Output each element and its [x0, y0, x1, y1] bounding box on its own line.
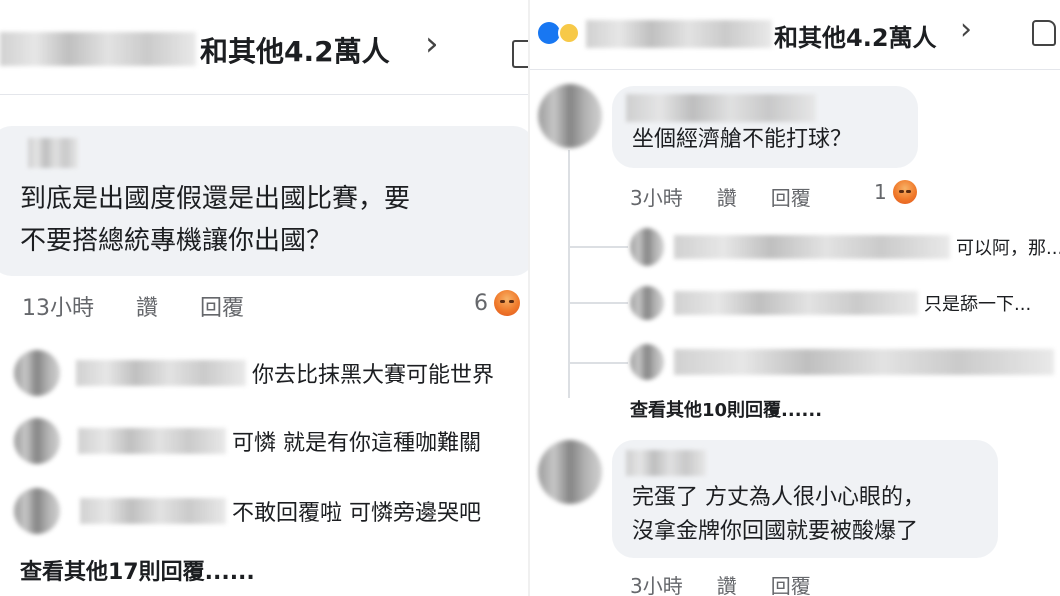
- reactions-header[interactable]: 和其他4.2萬人 ›: [530, 0, 1060, 70]
- like-button[interactable]: 讚: [717, 182, 737, 211]
- reply-button[interactable]: 回覆: [200, 290, 244, 322]
- blurred-reply-name: [674, 235, 950, 259]
- comment-time: 13小時: [22, 296, 94, 321]
- reply-row[interactable]: 不敢回覆啦 可憐旁邊哭吧: [14, 488, 481, 534]
- comment-text-line-1: 到底是出國度假還是出國比賽，要: [20, 184, 411, 214]
- commenter-avatar[interactable]: [538, 84, 602, 148]
- comment-bubble: 坐個經濟艙不能打球？: [612, 86, 918, 168]
- angry-reaction-icon: [494, 290, 520, 316]
- thumbs-up-icon[interactable]: [512, 40, 528, 68]
- left-screenshot-panel: 和其他4.2萬人 › 到底是出國度假還是出國比賽，要 不要搭總統專機讓你出國？ …: [0, 0, 528, 596]
- comment-text: 坐個經濟艙不能打球？: [632, 127, 853, 152]
- reaction-count-number: 1: [874, 180, 887, 204]
- angry-reaction-icon: [892, 180, 917, 204]
- reply-row[interactable]: 只是舔一下...: [630, 286, 1031, 320]
- thread-branch: [568, 362, 628, 364]
- reply-text: 你去比抹黑大賽可能世界: [252, 363, 495, 388]
- comment-meta: 13小時 讚 回覆: [22, 290, 286, 322]
- reply-text: 只是舔一下...: [924, 294, 1032, 315]
- reply-row[interactable]: 可憐 就是有你這種咖難關: [14, 418, 481, 464]
- comment-text-line-2: 沒拿金牌你回國就要被酸爆了: [632, 519, 919, 544]
- reaction-count-number: 6: [474, 290, 488, 316]
- reply-text: 可憐 就是有你這種咖難關: [232, 431, 481, 456]
- blurred-reply-name: [76, 360, 246, 386]
- reply-avatar[interactable]: [14, 488, 60, 534]
- comment-text-line-1: 完蛋了 方丈為人很小心眼的，: [632, 485, 925, 510]
- thread-branch: [568, 246, 628, 248]
- thread-line: [568, 150, 570, 398]
- blurred-reply-name: [78, 428, 226, 454]
- right-screenshot-panel: 和其他4.2萬人 › 坐個經濟艙不能打球？ 3小時 讚 回覆 1 可以阿，那..…: [530, 0, 1060, 596]
- reactions-summary: 和其他4.2萬人: [774, 24, 937, 52]
- see-more-replies-link[interactable]: 查看其他17則回覆......: [20, 554, 255, 586]
- comment-meta: 3小時 讚 回覆: [630, 570, 853, 596]
- reply-button[interactable]: 回覆: [771, 182, 811, 211]
- comment-time: 3小時: [630, 186, 683, 210]
- comment-bubble: 完蛋了 方丈為人很小心眼的， 沒拿金牌你回國就要被酸爆了: [612, 440, 998, 558]
- reply-avatar[interactable]: [14, 350, 60, 396]
- blurred-reactor-names: [586, 20, 772, 48]
- see-more-replies-link[interactable]: 查看其他10則回覆......: [630, 396, 822, 422]
- blurred-commenter-name: [626, 450, 706, 476]
- comment-text-line-2: 不要搭總統專機讓你出國？: [20, 226, 333, 256]
- blurred-reply-name: [674, 349, 1054, 375]
- chevron-right-icon[interactable]: ›: [425, 24, 439, 64]
- blurred-reactor-names: [0, 32, 196, 66]
- reply-text: 可以阿，那...: [956, 238, 1060, 259]
- like-reaction-icon: [538, 22, 560, 44]
- reply-avatar[interactable]: [630, 286, 664, 320]
- blurred-reply-name: [80, 498, 226, 524]
- reply-avatar[interactable]: [14, 418, 60, 464]
- comment-bubble: 到底是出國度假還是出國比賽，要 不要搭總統專機讓你出國？: [0, 126, 528, 276]
- reactions-header[interactable]: 和其他4.2萬人 ›: [0, 0, 528, 95]
- comment-time: 3小時: [630, 574, 683, 596]
- reply-row[interactable]: [630, 344, 1060, 380]
- blurred-reply-name: [674, 291, 918, 315]
- like-button[interactable]: 讚: [136, 290, 158, 322]
- reply-text: 不敢回覆啦 可憐旁邊哭吧: [232, 501, 481, 526]
- blurred-commenter-name: [28, 138, 78, 168]
- reaction-count[interactable]: 6: [474, 290, 520, 316]
- blurred-commenter-name: [626, 94, 816, 122]
- like-button[interactable]: 讚: [717, 570, 737, 596]
- haha-reaction-icon: [558, 22, 580, 44]
- thumbs-up-icon[interactable]: [1032, 20, 1056, 46]
- thread-branch: [568, 302, 628, 304]
- comment-meta: 3小時 讚 回覆: [630, 182, 853, 211]
- chevron-right-icon[interactable]: ›: [960, 12, 972, 47]
- commenter-avatar[interactable]: [538, 440, 602, 504]
- reply-row[interactable]: 你去比抹黑大賽可能世界: [14, 350, 494, 396]
- reactions-summary: 和其他4.2萬人: [200, 35, 390, 68]
- reply-button[interactable]: 回覆: [771, 570, 811, 596]
- reply-avatar[interactable]: [630, 228, 664, 266]
- reply-avatar[interactable]: [630, 344, 664, 380]
- reply-row[interactable]: 可以阿，那...: [630, 228, 1060, 266]
- reaction-count[interactable]: 1: [874, 180, 917, 204]
